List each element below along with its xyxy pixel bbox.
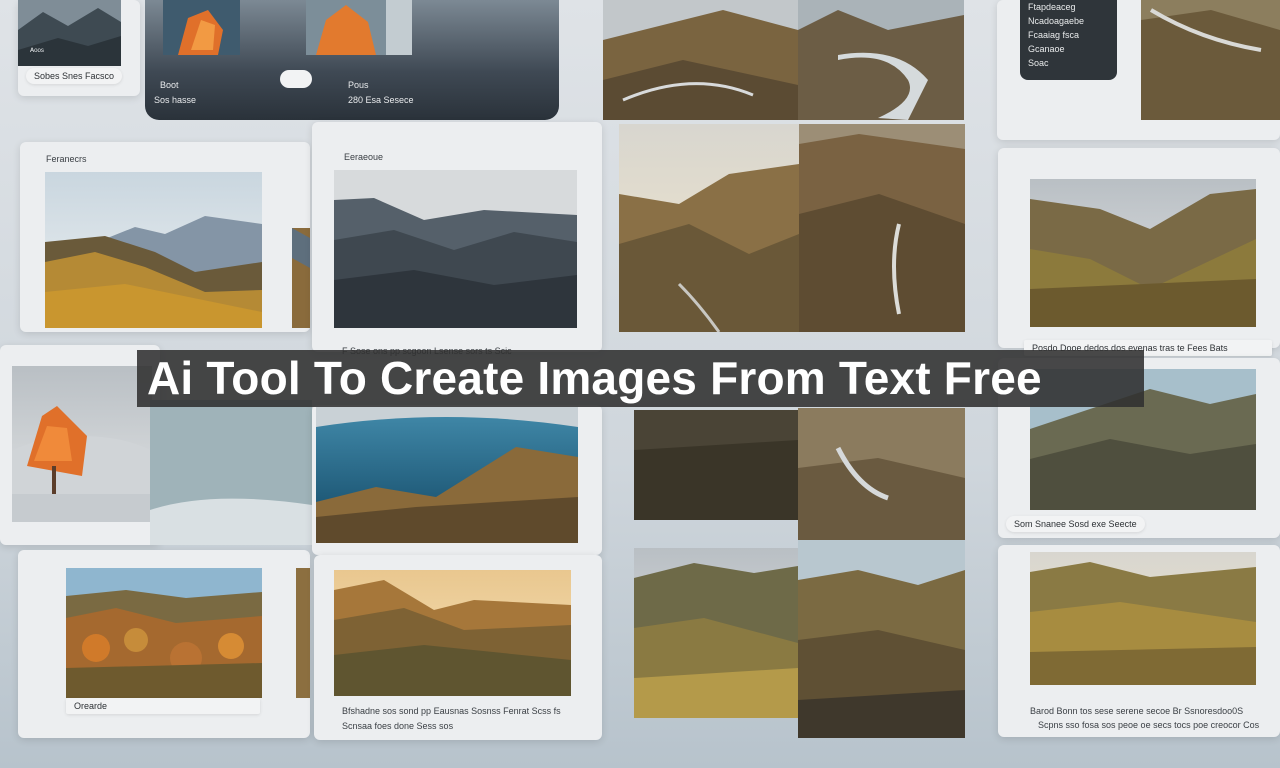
- page-title: Ai Tool To Create Images From Text Free: [147, 352, 1042, 404]
- bottom-left-caption: Orearde: [66, 698, 260, 714]
- top-right-text-4: Gcanaoe: [1028, 44, 1065, 54]
- left-card-side-strip: [292, 228, 310, 328]
- title-banner: Ai Tool To Create Images From Text Free: [137, 350, 1144, 407]
- bottom-mid-caption-1: Bfshadne sos sond pp Eausnas Sosnss Fenr…: [342, 706, 561, 716]
- left-card-image[interactable]: [45, 172, 262, 328]
- aerial-bottom-left[interactable]: [634, 548, 798, 718]
- top-right-text-2: Ncadoagaebe: [1028, 16, 1085, 26]
- dark-panel-right-subtitle: 280 Esa Sesece: [348, 95, 414, 105]
- right-card-image[interactable]: [1030, 179, 1256, 327]
- autumn-thumb-1[interactable]: [163, 0, 240, 55]
- bottom-left-image[interactable]: [66, 568, 262, 698]
- aerial-top-right[interactable]: [798, 0, 964, 120]
- left-card-title: Feranecrs: [46, 154, 87, 164]
- lake-image[interactable]: [316, 407, 578, 543]
- dark-panel-toggle[interactable]: [280, 70, 312, 88]
- aerial-mid-right[interactable]: [799, 124, 965, 332]
- bottom-right-caption-1: Barod Bonn tos sese serene secoe Br Ssno…: [1030, 706, 1244, 716]
- right-mid-pill: Som Snanee Sosd exe Seecte: [1006, 516, 1145, 532]
- aerial-top-left[interactable]: [603, 0, 798, 120]
- aerial-lower-left[interactable]: [634, 410, 798, 520]
- aerial-bottom-right[interactable]: [798, 540, 965, 738]
- bottom-right-caption-2: Scpns sso fosa sos peoe oe secs tocs poe…: [1038, 720, 1260, 730]
- top-left-small-label: ᴬᵒᵒˢ: [30, 46, 44, 56]
- right-bottom-image[interactable]: [1030, 552, 1256, 685]
- aerial-mid-left[interactable]: [619, 124, 799, 332]
- bottom-left-side-strip: [296, 568, 310, 698]
- top-left-thumbnail[interactable]: [18, 0, 121, 66]
- aerial-lower-right[interactable]: [798, 408, 965, 540]
- top-left-caption-pill: Sobes Snes Facsco: [26, 68, 123, 84]
- top-right-text-1: Ftapdeaceg: [1028, 2, 1076, 12]
- bottom-mid-caption-2: Scnsaa foes done Sess sos: [342, 721, 454, 731]
- mid-card-image[interactable]: [334, 170, 577, 328]
- dark-panel-left-subtitle: Sos hasse: [154, 95, 197, 105]
- sunset-image[interactable]: [334, 570, 571, 696]
- mid-card-title: Eeraeoue: [344, 152, 384, 162]
- foggy-sky-image: [150, 400, 312, 545]
- dark-panel-right-title: Pous: [348, 80, 369, 90]
- top-right-text-3: Fcaaiag fsca: [1028, 30, 1080, 40]
- autumn-thumb-2[interactable]: [306, 0, 412, 55]
- autumn-tree-image[interactable]: [12, 366, 152, 522]
- top-right-text-list: Ftapdeaceg Ncadoagaebe Fcaaiag fsca Gcan…: [1028, 0, 1084, 70]
- top-right-image[interactable]: [1141, 0, 1280, 120]
- dark-panel-left-title: Boot: [160, 80, 179, 90]
- top-right-text-5: Soac: [1028, 58, 1049, 68]
